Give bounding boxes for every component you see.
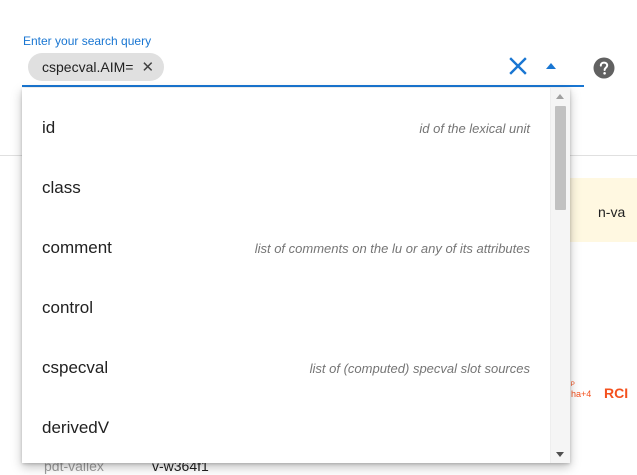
option-description: list of (computed) specval slot sources	[309, 360, 530, 376]
background-red-label: RCI	[604, 385, 629, 401]
close-icon[interactable]	[506, 54, 530, 78]
option-name: id	[42, 118, 56, 137]
option-control[interactable]: control	[22, 278, 550, 338]
option-id[interactable]: id id of the lexical unit	[22, 98, 550, 158]
background-label: n-va	[598, 204, 626, 220]
option-name: control	[42, 298, 94, 317]
option-description: list of comments on the lu or any of its…	[254, 240, 530, 256]
query-chip[interactable]: cspecval.AIM= ✕	[28, 53, 165, 81]
search-label: Enter your search query	[23, 34, 152, 48]
caret-up-icon[interactable]	[545, 60, 557, 72]
option-comment[interactable]: comment list of comments on the lu or an…	[22, 218, 550, 278]
search-input-underline	[22, 85, 584, 87]
dropdown-scrollbar[interactable]	[550, 88, 570, 463]
search-bar: Enter your search query cspecval.AIM= ✕	[0, 0, 637, 88]
option-cspecval[interactable]: cspecval list of (computed) specval slot…	[22, 338, 550, 398]
scroll-up-arrow-icon[interactable]	[556, 94, 564, 99]
option-class[interactable]: class	[22, 158, 550, 218]
query-chip-text: cspecval.AIM=	[42, 59, 134, 75]
help-circle-icon[interactable]	[593, 57, 615, 79]
option-name: cspecval	[42, 358, 109, 377]
option-name: derivedV	[42, 418, 110, 437]
background-red-sub: ᴾ ha+4	[571, 380, 592, 399]
autocomplete-dropdown: id id of the lexical unit class comment …	[22, 88, 570, 463]
option-derivedv[interactable]: derivedV	[22, 398, 550, 458]
scrollbar-thumb[interactable]	[555, 106, 566, 210]
option-name: comment	[42, 238, 112, 257]
scroll-down-arrow-icon[interactable]	[556, 452, 564, 457]
option-name: class	[42, 178, 81, 197]
option-description: id of the lexical unit	[419, 120, 530, 136]
chip-close-icon[interactable]: ✕	[141, 60, 154, 75]
